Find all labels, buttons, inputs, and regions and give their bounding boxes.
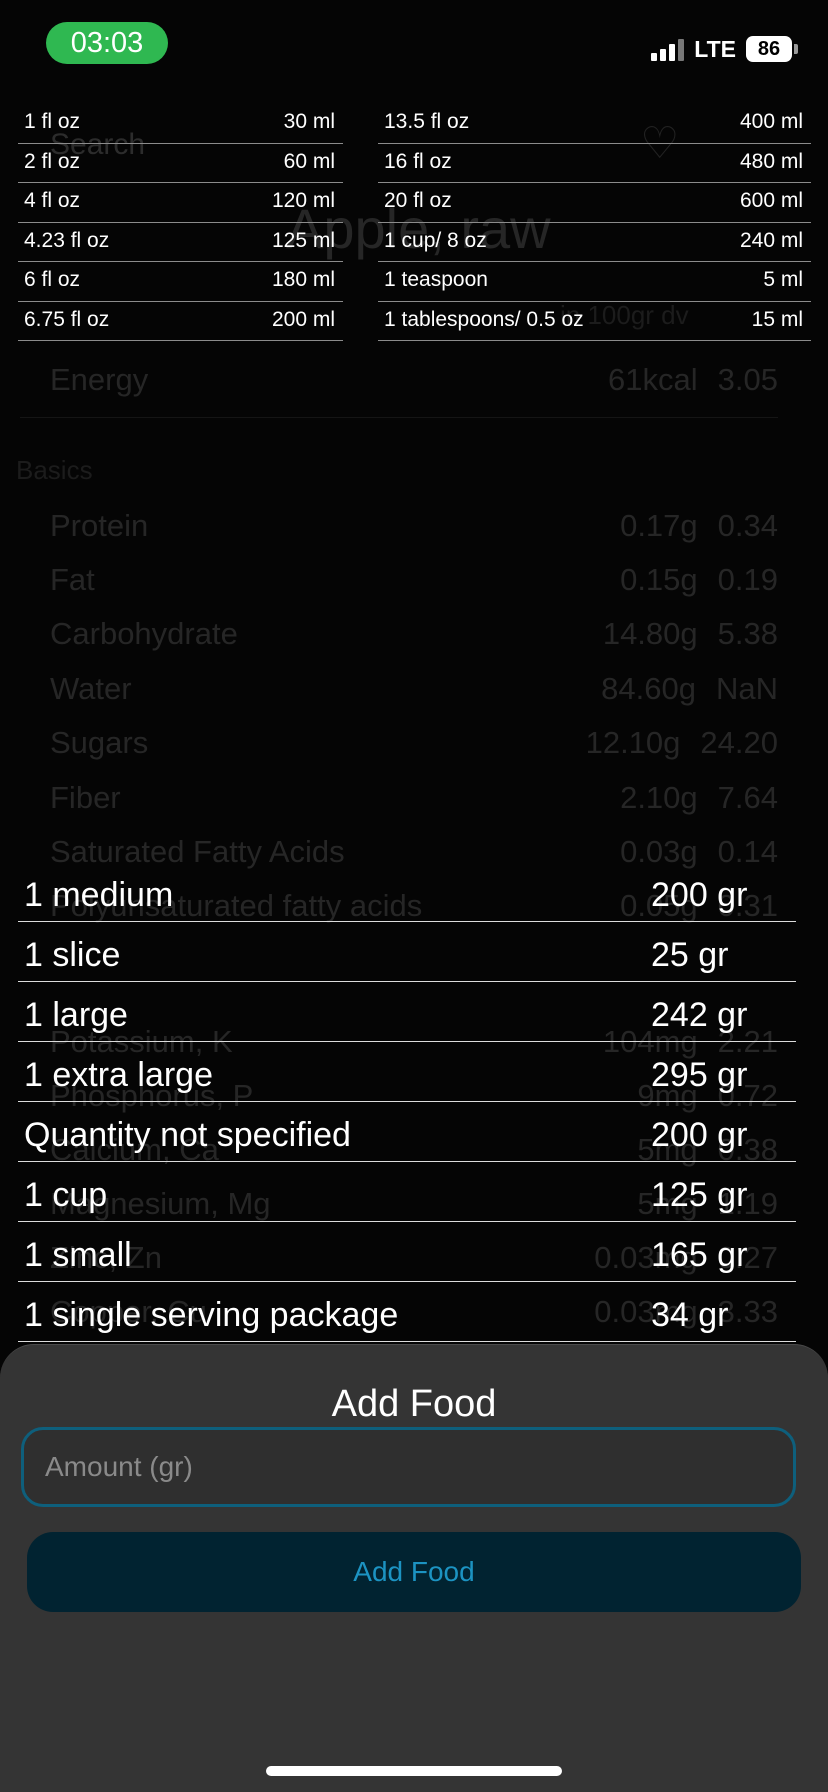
signal-icon (651, 37, 685, 61)
conversion-row[interactable]: 4 fl oz 120 ml (18, 183, 343, 223)
portion-amount: 165 gr (651, 1236, 748, 1274)
portion-amount: 200 gr (651, 1116, 748, 1154)
battery-tip (794, 44, 798, 54)
amount-input[interactable] (21, 1427, 796, 1507)
battery-icon: 86 (746, 36, 792, 62)
portion-row[interactable]: Quantity not specified 200 gr (18, 1102, 796, 1162)
conversion-value: 180 ml (271, 268, 335, 291)
portion-label: 1 single serving package (24, 1296, 399, 1334)
conversion-label: 4 fl oz (24, 189, 81, 212)
portion-list: 1 medium 200 gr 1 slice 25 gr 1 large 242 g… (18, 862, 796, 1342)
conversion-row[interactable]: 20 fl oz 600 ml (378, 183, 811, 223)
conversion-row[interactable]: 1 tablespoons/ 0.5 oz 15 ml (378, 302, 811, 341)
nutrient-row: Fat 0.15g 0.19 (50, 562, 778, 597)
conversion-value: 600 ml (739, 189, 803, 212)
conversion-row[interactable]: 2 fl oz 60 ml (18, 144, 343, 183)
conversion-row[interactable]: 4.23 fl oz 125 ml (18, 223, 343, 262)
conversion-label: 13.5 fl oz (384, 110, 470, 133)
add-food-sheet: Add Food Add Food (0, 1344, 828, 1792)
portion-row[interactable]: 1 single serving package 34 gr (18, 1282, 796, 1342)
conversion-label: 6 fl oz (24, 268, 81, 291)
conversion-label: 16 fl oz (384, 149, 452, 173)
conversion-list-left: 1 fl oz 30 ml 2 fl oz 60 ml 4 fl oz 120 ml … (18, 104, 343, 341)
nutrient-row: Sugars 12.10g 24.20 (50, 725, 778, 760)
portion-amount: 125 gr (651, 1176, 748, 1214)
conversion-value: 400 ml (739, 110, 803, 133)
conversion-row[interactable]: 16 fl oz 480 ml (378, 144, 811, 183)
conversion-list-right: 13.5 fl oz 400 ml 16 fl oz 480 ml 20 fl oz… (378, 104, 811, 341)
conversion-row[interactable]: 1 fl oz 30 ml (18, 104, 343, 144)
portion-row[interactable]: 1 medium 200 gr (18, 862, 796, 922)
portion-label: 1 extra large (24, 1056, 213, 1094)
nutrient-row: Fiber 2.10g 7.64 (50, 780, 778, 815)
conversion-value: 15 ml (751, 307, 803, 331)
conversion-label: 1 fl oz (24, 110, 81, 133)
portion-row[interactable]: 1 large 242 gr (18, 982, 796, 1042)
portion-row[interactable]: 1 slice 25 gr (18, 922, 796, 982)
conversion-row[interactable]: 1 teaspoon 5 ml (378, 262, 811, 302)
portion-row[interactable]: 1 small 165 gr (18, 1222, 796, 1282)
sheet-title: Add Food (331, 1383, 497, 1425)
portion-amount: 242 gr (651, 996, 748, 1034)
section-label: Basics (16, 455, 93, 485)
home-indicator[interactable] (266, 1766, 562, 1776)
portion-amount: 295 gr (651, 1056, 748, 1094)
conversion-value: 480 ml (739, 149, 803, 173)
conversion-row[interactable]: 13.5 fl oz 400 ml (378, 104, 811, 144)
conversion-row[interactable]: 1 cup/ 8 oz 240 ml (378, 223, 811, 262)
conversion-value: 200 ml (271, 307, 335, 331)
conversion-label: 4.23 fl oz (24, 228, 110, 252)
portion-label: 1 small (24, 1236, 132, 1274)
conversion-value: 30 ml (283, 110, 335, 133)
status-time: 03:03 (46, 22, 168, 64)
conversion-label: 6.75 fl oz (24, 307, 110, 331)
conversion-label: 20 fl oz (384, 189, 452, 212)
conversion-label: 1 teaspoon (384, 268, 488, 291)
conversion-value: 60 ml (283, 149, 335, 173)
conversion-label: 1 cup/ 8 oz (384, 228, 487, 252)
nutrient-row: Protein 0.17g 0.34 (50, 508, 778, 543)
conversion-value: 5 ml (763, 268, 803, 291)
conversion-row[interactable]: 6 fl oz 180 ml (18, 262, 343, 302)
conversion-value: 125 ml (271, 228, 335, 252)
portion-row[interactable]: 1 cup 125 gr (18, 1162, 796, 1222)
screen: Search ♡ Apple, raw in 100gr dv Basics E… (0, 0, 828, 1792)
portion-amount: 34 gr (651, 1296, 729, 1334)
nutrient-row: Energy 61kcal 3.05 (20, 362, 778, 418)
portion-amount: 200 gr (651, 876, 748, 914)
portion-label: 1 large (24, 996, 128, 1034)
network-label: LTE (694, 35, 736, 62)
portion-label: 1 medium (24, 876, 174, 914)
nutrient-row: Water 84.60g NaN (50, 671, 778, 706)
conversion-label: 1 tablespoons/ 0.5 oz (384, 307, 584, 331)
conversion-row[interactable]: 6.75 fl oz 200 ml (18, 302, 343, 341)
portion-label: 1 slice (24, 936, 121, 974)
conversion-label: 2 fl oz (24, 149, 81, 173)
add-food-button[interactable]: Add Food (27, 1532, 801, 1612)
status-indicators: LTE 86 (651, 34, 798, 64)
conversion-value: 240 ml (739, 228, 803, 252)
nutrient-row: Carbohydrate 14.80g 5.38 (50, 616, 778, 651)
portion-label: 1 cup (24, 1176, 108, 1214)
portion-amount: 25 gr (651, 936, 729, 974)
conversion-value: 120 ml (271, 189, 335, 212)
portion-row[interactable]: 1 extra large 295 gr (18, 1042, 796, 1102)
portion-label: Quantity not specified (24, 1116, 351, 1154)
